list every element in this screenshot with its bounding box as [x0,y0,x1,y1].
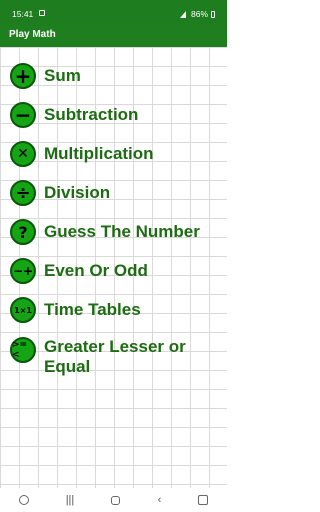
home-icon[interactable] [111,495,121,505]
menu-item-subtraction[interactable]: − Subtraction [10,102,138,128]
menu-item-label: Division [44,183,111,202]
menu-list: + Sum − Subtraction ✕ Multiplication ÷ D… [0,47,227,488]
app-title: Play Math [9,29,56,40]
menu-item-time-tables[interactable]: 1×1 Time Tables [10,297,141,323]
multiply-icon: ✕ [10,141,36,167]
battery-icon [211,10,215,18]
keyboard-icon[interactable] [198,495,209,505]
menu-item-label: Multiplication [44,144,154,163]
status-bar: 15:41 86% [0,0,227,25]
times-table-icon: 1×1 [10,297,36,323]
menu-item-label: Subtraction [44,105,139,124]
menu-item-multiplication[interactable]: ✕ Multiplication [10,141,154,167]
minus-icon: − [10,102,36,128]
app-bar: Play Math [0,25,227,47]
system-nav-bar: ||| ‹ [0,488,227,512]
question-icon: ? [10,219,36,245]
back-icon[interactable]: ‹ [158,494,162,506]
menu-item-guess-the-number[interactable]: ? Guess The Number [10,219,200,245]
menu-item-label: Greater Lesser or Equal [44,337,186,376]
even-odd-icon: −+ [10,258,36,284]
plus-icon: + [10,63,36,89]
status-time: 15:41 [12,9,34,19]
menu-item-even-or-odd[interactable]: −+ Even Or Odd [10,258,148,284]
recents-icon[interactable]: ||| [66,494,75,506]
divide-icon: ÷ [10,180,36,206]
menu-item-division[interactable]: ÷ Division [10,180,110,206]
battery-percent: 86% [190,9,208,19]
menu-item-label: Time Tables [44,300,141,319]
menu-item-label: Guess The Number [44,222,200,241]
menu-item-sum[interactable]: + Sum [10,63,81,89]
notification-icon [39,10,45,16]
signal-icon [179,10,186,18]
compare-icon: >=< [10,337,36,363]
status-right: 86% [179,9,215,19]
accessibility-icon[interactable] [18,495,29,505]
menu-item-label: Even Or Odd [44,261,148,280]
menu-item-label: Sum [44,66,81,85]
menu-item-greater-lesser-equal[interactable]: >=< Greater Lesser or Equal [10,337,214,377]
